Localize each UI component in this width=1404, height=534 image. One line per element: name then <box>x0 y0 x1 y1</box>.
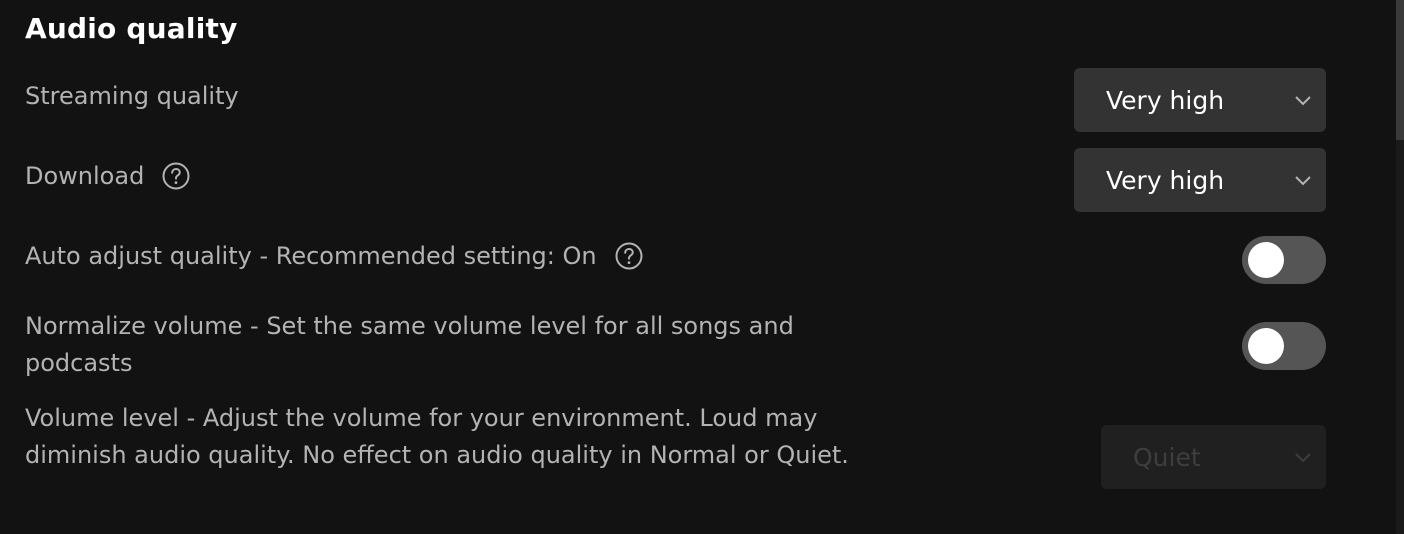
help-circle-icon[interactable] <box>615 242 643 270</box>
chevron-down-icon <box>1295 453 1311 463</box>
help-circle-icon[interactable] <box>162 162 190 190</box>
normalize-volume-row: Normalize volume - Set the same volume l… <box>0 308 1370 388</box>
volume-level-value: Quiet <box>1133 442 1201 472</box>
streaming-quality-value: Very high <box>1106 85 1225 115</box>
download-label: Download <box>25 162 145 190</box>
volume-level-row: Volume level - Adjust the volume for you… <box>0 400 1370 520</box>
settings-page: Audio quality Streaming quality Very hig… <box>0 0 1404 534</box>
normalize-volume-toggle[interactable] <box>1242 322 1326 370</box>
toggle-knob <box>1248 328 1284 364</box>
auto-adjust-label: Auto adjust quality - Recommended settin… <box>25 242 597 270</box>
normalize-volume-label: Normalize volume - Set the same volume l… <box>25 312 794 377</box>
toggle-knob <box>1248 242 1284 278</box>
streaming-quality-label: Streaming quality <box>25 82 239 110</box>
volume-level-select: Quiet <box>1101 425 1326 489</box>
auto-adjust-label-wrap: Auto adjust quality - Recommended settin… <box>25 242 643 270</box>
download-value: Very high <box>1106 165 1225 195</box>
chevron-down-icon <box>1295 176 1311 186</box>
auto-adjust-toggle[interactable] <box>1242 236 1326 284</box>
scrollbar-thumb[interactable] <box>1396 0 1404 140</box>
streaming-quality-select[interactable]: Very high <box>1074 68 1326 132</box>
download-row: Download Very high <box>0 148 1370 212</box>
download-label-wrap: Download <box>25 162 190 190</box>
auto-adjust-row: Auto adjust quality - Recommended settin… <box>0 236 1370 284</box>
chevron-down-icon <box>1295 96 1311 106</box>
scrollbar-track[interactable] <box>1396 0 1404 534</box>
volume-level-label: Volume level - Adjust the volume for you… <box>25 404 849 469</box>
download-select[interactable]: Very high <box>1074 148 1326 212</box>
section-title: Audio quality <box>25 12 238 45</box>
streaming-quality-row: Streaming quality Very high <box>0 68 1370 132</box>
